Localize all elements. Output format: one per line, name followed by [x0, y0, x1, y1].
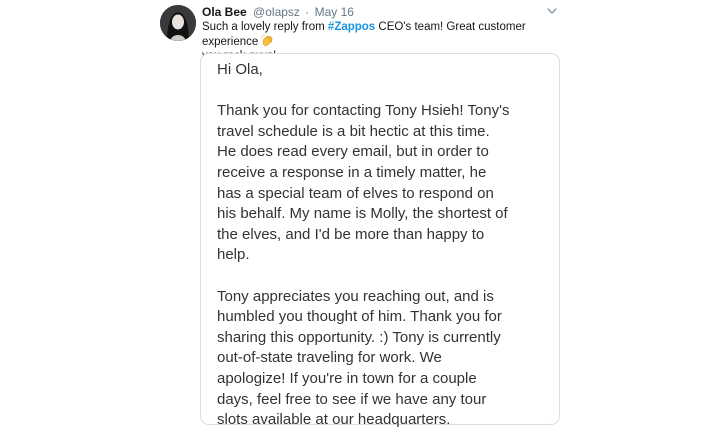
- avatar[interactable]: [160, 5, 196, 41]
- tweet-header: Ola Bee @olapsz · May 16: [202, 5, 354, 19]
- tweet: Ola Bee @olapsz · May 16 Such a lovely r…: [0, 0, 720, 428]
- email-reply-text: Hi Ola, Thank you for contacting Tony Hs…: [217, 60, 557, 431]
- hashtag-link[interactable]: #Zappos: [328, 21, 375, 33]
- tweet-text-part1: Such a lovely reply from: [202, 21, 328, 33]
- email-greeting: Hi Ola,: [217, 61, 263, 78]
- meta-separator: ·: [305, 5, 310, 19]
- avatar-photo: [160, 5, 196, 41]
- chevron-down-icon[interactable]: [546, 6, 558, 16]
- email-paragraph-1: Thank you for contacting Tony Hsieh! Ton…: [217, 102, 510, 264]
- clapping-hands-icon: [261, 34, 274, 47]
- email-paragraph-2: Tony appreciates you reaching out, and i…: [217, 287, 502, 429]
- tweet-date[interactable]: May 16: [315, 5, 354, 19]
- author-handle[interactable]: @olapsz: [253, 5, 300, 19]
- author-name[interactable]: Ola Bee: [202, 5, 247, 19]
